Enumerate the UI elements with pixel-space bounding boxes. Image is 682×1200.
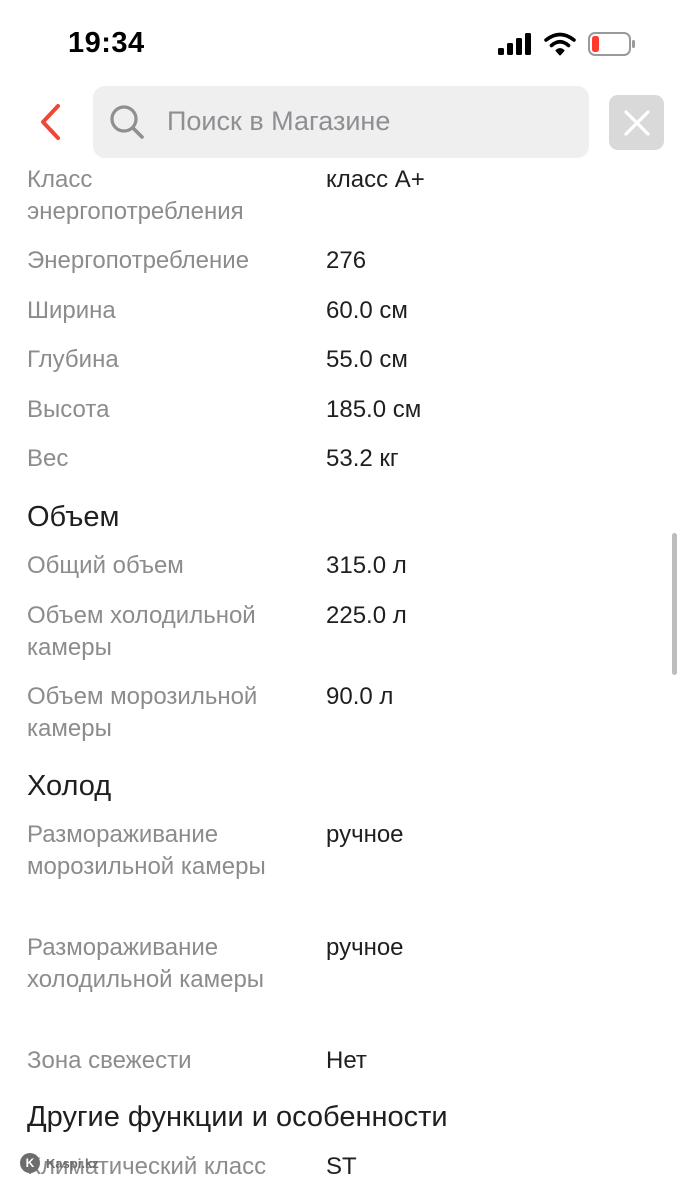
spec-value: 60.0 см [326,297,408,324]
scrollbar[interactable] [672,533,677,675]
section-title-cold: Холод [27,770,112,802]
kaspi-logo-icon: K [20,1153,40,1173]
spec-value: класс А+ [326,166,425,193]
spec-value: Нет [326,1047,367,1074]
spec-value: 225.0 л [326,602,407,629]
spec-value: ST [326,1153,357,1180]
watermark-text: Kaspi.kz [46,1155,99,1171]
close-icon [623,109,650,136]
spec-label: Энергопотребление [27,247,250,274]
spec-value: 315.0 л [326,552,407,579]
spec-value: 185.0 см [326,396,422,423]
close-button[interactable] [609,95,664,150]
spec-value: 276 [326,247,367,274]
spec-value: 55.0 см [326,346,408,373]
spec-label: Объем холодильной камеры [27,602,256,661]
spec-label: Вес [27,445,69,472]
search-icon [110,105,144,139]
search-placeholder: Поиск в Магазине [167,106,391,136]
spec-label: Размораживание морозильной камеры [27,821,266,880]
spec-label: Размораживание холодильной камеры [27,934,265,993]
spec-value: 53.2 кг [326,445,399,472]
spec-label: Общий объем [27,552,184,579]
back-button[interactable] [30,100,70,144]
spec-label: Глубина [27,346,119,373]
nav-bar: Поиск в Магазине [0,84,682,164]
section-title-other: Другие функции и особенности [27,1101,448,1133]
spec-value: ручное [326,934,404,961]
spec-label: Объем морозильной камеры [27,683,258,742]
spec-label: Класс энергопотребления [27,166,244,225]
search-input[interactable]: Поиск в Магазине [93,86,589,158]
spec-label: Зона свежести [27,1047,192,1074]
spec-label: Высота [27,396,110,423]
back-arrow-icon [41,104,60,140]
watermark: K Kaspi.kz [20,1153,99,1173]
spec-value: 90.0 л [326,683,394,710]
section-title-volume: Объем [27,501,120,533]
spec-value: ручное [326,821,404,848]
spec-label: Ширина [27,297,116,324]
spec-list[interactable]: Класс энергопотребления класс А+ Энергоп… [0,0,682,1200]
